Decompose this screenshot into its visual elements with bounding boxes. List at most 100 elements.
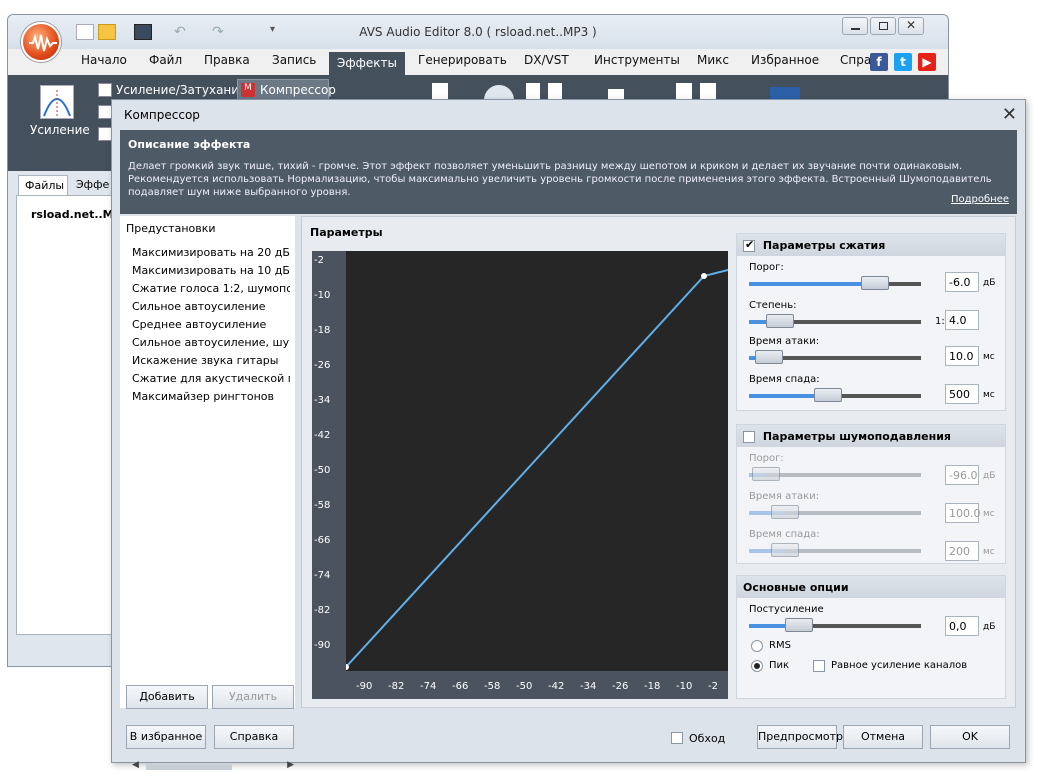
attack-input[interactable]: 10.0	[945, 346, 979, 366]
y-tick-label: -34	[314, 395, 331, 406]
save-icon[interactable]	[134, 24, 152, 40]
list-item[interactable]: Сильное автоусиление, шумог	[132, 336, 290, 354]
twitter-icon[interactable]: t	[894, 53, 912, 71]
add-preset-button[interactable]: Добавить	[126, 685, 208, 709]
release-slider[interactable]	[749, 388, 921, 402]
compressor-ribbon-button[interactable]: M Компрессор	[237, 79, 336, 101]
release-input[interactable]: 500	[945, 384, 979, 404]
effect-icon-2[interactable]	[98, 105, 112, 119]
slider-thumb[interactable]	[861, 276, 889, 290]
gate-threshold-slider[interactable]	[749, 467, 921, 481]
list-item[interactable]: Максимайзер рингтонов	[132, 390, 290, 408]
menu-dx-vst[interactable]: DX/VST	[524, 53, 569, 73]
menu-file[interactable]: Файл	[149, 53, 182, 73]
close-icon[interactable]: ✕	[1002, 104, 1017, 125]
undo-icon[interactable]: ↶	[174, 24, 192, 40]
slider-thumb[interactable]	[766, 314, 794, 328]
menu-record[interactable]: Запись	[272, 53, 316, 73]
scroll-right-icon[interactable]: ▶	[287, 760, 294, 770]
slider-thumb[interactable]	[771, 505, 799, 519]
cancel-button[interactable]: Отмена	[843, 725, 923, 749]
redo-icon[interactable]: ↷	[212, 24, 230, 40]
menu-edit[interactable]: Правка	[204, 53, 250, 73]
ratio-slider[interactable]	[749, 314, 921, 328]
compression-enable-checkbox[interactable]: ✔	[743, 238, 755, 252]
attack-slider[interactable]	[749, 350, 921, 364]
list-item[interactable]: Сжатие для акустической гит	[132, 372, 290, 390]
compression-group: ✔ Параметры сжатия Порог: -6.0 дБ Степен…	[736, 233, 1006, 411]
fade-label[interactable]: Усиление/Затухание	[116, 83, 246, 97]
peak-radio[interactable]	[751, 660, 763, 672]
facebook-icon[interactable]: f	[870, 53, 888, 71]
compressor-dialog: Компрессор ✕ Описание эффекта Делает гро…	[111, 99, 1026, 770]
amplify-label[interactable]: Усиление	[30, 123, 90, 137]
preview-button[interactable]: Предпросмотр	[757, 725, 843, 749]
menu-mix[interactable]: Микс	[697, 53, 729, 73]
menu-generate[interactable]: Генерировать	[418, 53, 507, 73]
bypass-checkbox[interactable]	[671, 732, 683, 744]
equal-gain-checkbox[interactable]	[813, 660, 825, 672]
transfer-curve[interactable]	[343, 251, 729, 671]
gate-attack-input[interactable]: 100.0	[945, 503, 981, 523]
threshold-input[interactable]: -6.0	[945, 272, 979, 292]
youtube-icon[interactable]: ▶	[918, 53, 936, 71]
list-item[interactable]: Сжатие голоса 1:2, шумопода	[132, 282, 290, 300]
list-item[interactable]: Среднее автоусиление	[132, 318, 290, 336]
plot-area[interactable]	[343, 251, 729, 671]
list-item[interactable]: Максимизировать на 20 дБ	[132, 246, 290, 264]
effect-icon-4[interactable]	[432, 83, 448, 99]
effect-icon-3[interactable]	[98, 127, 112, 141]
y-tick-label: -82	[314, 605, 331, 616]
delete-preset-button[interactable]: Удалить	[212, 685, 294, 709]
menu-favorites[interactable]: Избранное	[751, 53, 819, 73]
more-info-link[interactable]: Подробнее	[951, 194, 1009, 205]
ratio-prefix: 1:	[935, 316, 945, 327]
slider-thumb[interactable]	[814, 388, 842, 402]
slider-thumb[interactable]	[771, 543, 799, 557]
maximize-button[interactable]	[870, 17, 896, 35]
ratio-input[interactable]: 4.0	[945, 310, 979, 330]
app-logo-icon[interactable]	[21, 22, 61, 62]
amplify-icon[interactable]	[40, 85, 74, 119]
slider-thumb[interactable]	[752, 467, 780, 481]
slider-thumb[interactable]	[755, 350, 783, 364]
horizontal-scrollbar[interactable]: ◀ ▶	[132, 760, 294, 774]
slider-thumb[interactable]	[785, 618, 813, 632]
postgain-input[interactable]: 0,0	[945, 616, 979, 636]
menu-effects[interactable]: Эффекты	[329, 52, 405, 76]
threshold-slider[interactable]	[749, 276, 921, 290]
compression-curve-graph[interactable]: -2 -10 -18 -26 -34 -42 -50 -58 -66 -74 -82 -90 -90 -…	[312, 251, 729, 699]
fade-icon[interactable]	[98, 83, 112, 97]
noise-gate-enable-checkbox[interactable]	[743, 431, 755, 443]
rms-radio[interactable]	[751, 640, 763, 652]
effect-icon-7[interactable]	[548, 83, 562, 99]
tab-files[interactable]: Файлы	[18, 175, 68, 195]
ok-button[interactable]: OK	[930, 725, 1010, 749]
minimize-button[interactable]	[842, 17, 868, 35]
effect-icon-10[interactable]	[700, 83, 716, 99]
menu-help[interactable]: Справ	[840, 53, 874, 73]
scrollbar-thumb[interactable]	[146, 764, 232, 770]
gate-attack-slider[interactable]	[749, 505, 921, 519]
list-item[interactable]: Сильное автоусиление	[132, 300, 290, 318]
add-to-favorites-button[interactable]: В избранное	[126, 725, 206, 749]
gate-threshold-input[interactable]: -96.0	[945, 465, 979, 485]
threshold-handle[interactable]	[701, 273, 707, 279]
menu-home[interactable]: Начало	[81, 53, 127, 73]
help-button[interactable]: Справка	[214, 725, 294, 749]
open-folder-icon[interactable]	[98, 24, 116, 40]
quick-access-menu-icon[interactable]: ▾	[270, 24, 288, 40]
effect-icon-6[interactable]	[526, 83, 540, 99]
gate-release-input[interactable]: 200	[945, 541, 979, 561]
effect-icon-9[interactable]	[676, 83, 692, 99]
file-item[interactable]: rsload.net..MP	[31, 208, 122, 221]
list-item[interactable]: Искажение звука гитары	[132, 354, 290, 372]
gate-release-slider[interactable]	[749, 543, 921, 557]
postgain-slider[interactable]	[749, 618, 921, 632]
new-file-icon[interactable]	[76, 24, 94, 40]
menu-tools[interactable]: Инструменты	[594, 53, 680, 73]
list-item[interactable]: Максимизировать на 10 дБ	[132, 264, 290, 282]
scroll-left-icon[interactable]: ◀	[132, 760, 139, 770]
noise-gate-heading: Параметры шумоподавления	[762, 430, 951, 443]
close-window-button[interactable]: ✕	[898, 17, 924, 35]
